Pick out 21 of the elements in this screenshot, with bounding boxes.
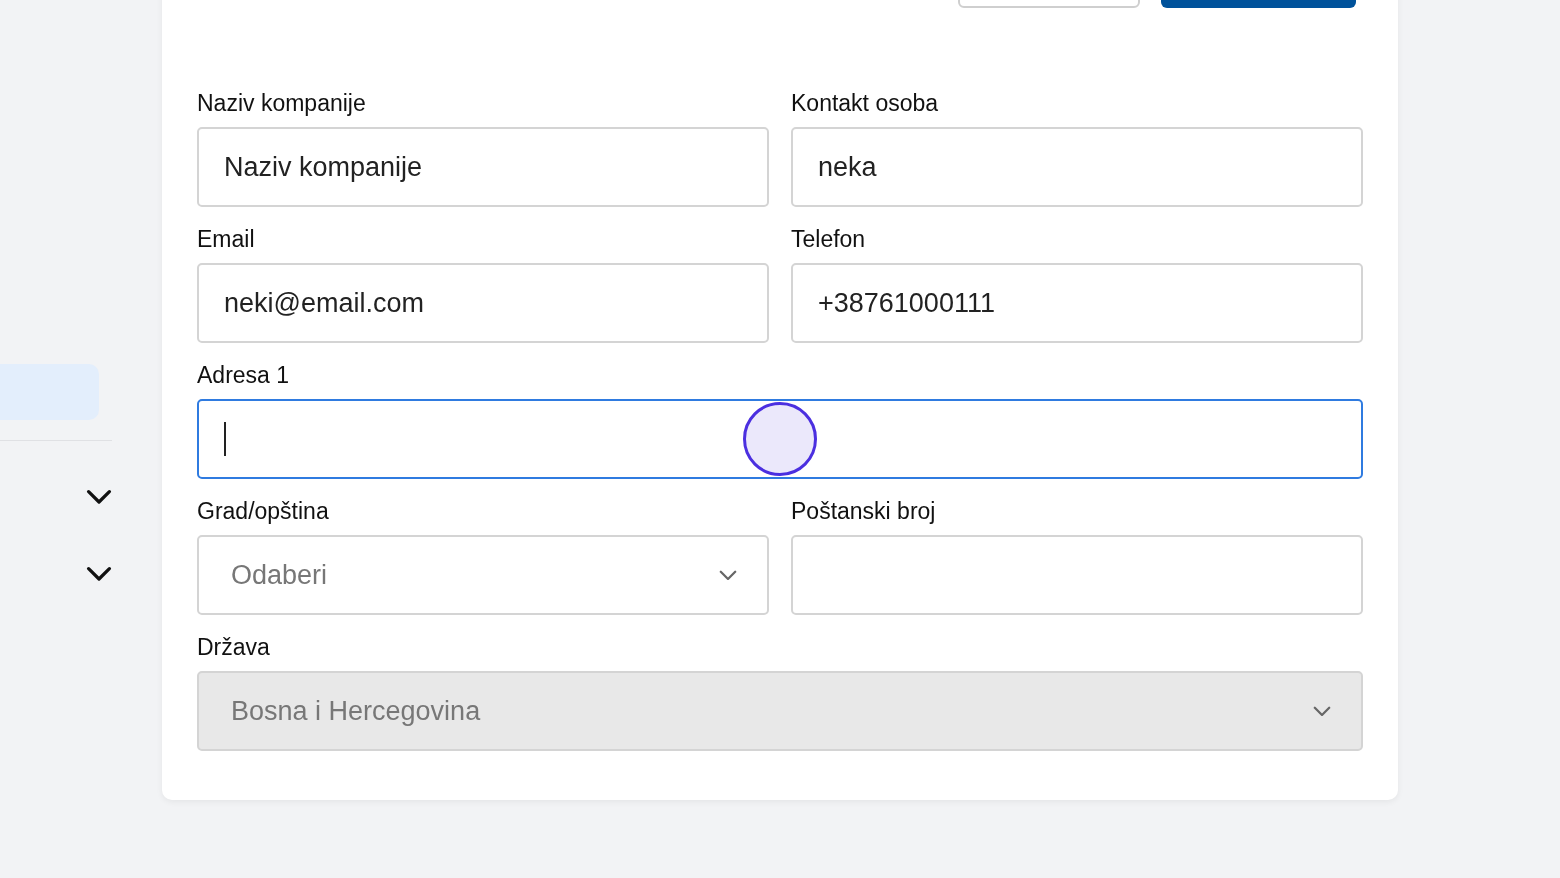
input-field[interactable]: neki@email.com — [197, 263, 769, 343]
select-value: Bosna i Hercegovina — [231, 694, 481, 728]
input-field[interactable]: neka — [791, 127, 1363, 207]
input-field[interactable]: +38761000111 — [791, 263, 1363, 343]
chevron-down-icon — [86, 565, 112, 582]
select-value: Odaberi — [231, 558, 328, 592]
field-label: Grad/opština — [197, 497, 330, 525]
chevron-down-icon — [1313, 705, 1331, 717]
text-caret — [224, 422, 226, 456]
field-label: Poštanski broj — [791, 497, 937, 525]
chevron-down-icon — [86, 488, 112, 505]
field-label: Kontakt osoba — [791, 89, 940, 117]
field-label: Email — [197, 225, 256, 253]
chevron-down-icon — [719, 569, 737, 581]
input-field[interactable] — [197, 399, 1363, 479]
field-label: Naziv kompanije — [197, 89, 367, 117]
input-field[interactable]: Naziv kompanije — [197, 127, 769, 207]
field-label: Telefon — [791, 225, 867, 253]
select-field[interactable]: Odaberi — [197, 535, 769, 615]
field-label: Adresa 1 — [197, 361, 291, 389]
field-label: Država — [197, 633, 271, 661]
